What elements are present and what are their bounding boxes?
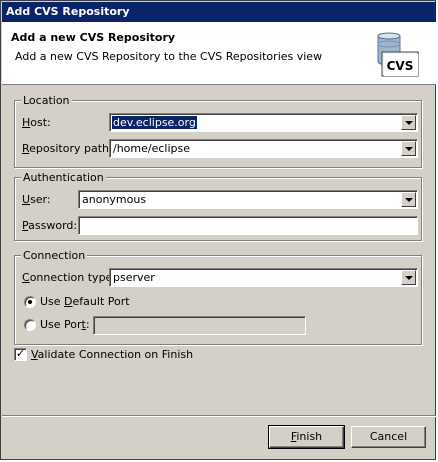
dialog-content: Location Host: dev.eclipse.org Repositor… — [2, 85, 436, 411]
repository-path-value: /home/eclipse — [113, 142, 191, 155]
user-value: anonymous — [82, 193, 147, 206]
authentication-group: Authentication User: anonymous Password: — [14, 171, 422, 241]
authentication-group-label: Authentication — [21, 171, 106, 184]
host-combo[interactable]: dev.eclipse.org — [109, 113, 418, 132]
location-group: Location Host: dev.eclipse.org Repositor… — [14, 94, 422, 168]
cvs-icon-text: CVS — [387, 59, 414, 73]
cvs-repository-icon: CVS — [377, 32, 419, 77]
host-label: Host: — [22, 116, 51, 129]
cancel-button[interactable]: Cancel — [351, 426, 426, 448]
connection-type-label: Connection type: — [22, 271, 117, 284]
location-group-label: Location — [21, 94, 72, 107]
host-value: dev.eclipse.org — [112, 116, 197, 129]
validate-connection-label[interactable]: Validate Connection on Finish — [31, 348, 193, 361]
connection-group-label: Connection — [21, 249, 88, 262]
repository-path-dropdown-button[interactable] — [401, 141, 416, 156]
repository-path-label: Repository path: — [22, 142, 113, 155]
user-dropdown-button[interactable] — [401, 192, 416, 207]
banner-title: Add a new CVS Repository — [11, 31, 176, 44]
password-field[interactable] — [78, 216, 418, 235]
finish-button[interactable]: Finish — [268, 425, 345, 449]
connection-group: Connection Connection type: pserver Use … — [14, 249, 422, 345]
connection-type-value: pserver — [113, 271, 155, 284]
password-label: Password: — [22, 219, 78, 232]
user-label: User: — [22, 193, 51, 206]
wizard-banner: Add a new CVS Repository Add a new CVS R… — [2, 22, 436, 85]
use-port-label[interactable]: Use Port: — [40, 318, 90, 331]
add-cvs-repository-dialog: Add CVS Repository Add a new CVS Reposit… — [0, 0, 436, 460]
banner-description: Add a new CVS Repository to the CVS Repo… — [15, 50, 323, 63]
connection-type-dropdown-button[interactable] — [401, 270, 416, 285]
connection-type-combo[interactable]: pserver — [109, 268, 418, 287]
port-field[interactable] — [93, 316, 306, 335]
host-dropdown-button[interactable] — [401, 115, 416, 130]
button-bar-separator — [2, 415, 436, 417]
window-title: Add CVS Repository — [2, 2, 436, 22]
repository-path-combo[interactable]: /home/eclipse — [109, 139, 418, 158]
user-combo[interactable]: anonymous — [78, 190, 418, 209]
use-default-port-radio[interactable] — [24, 296, 36, 308]
use-port-radio[interactable] — [24, 319, 36, 331]
use-default-port-label[interactable]: Use Default Port — [40, 295, 130, 308]
validate-connection-checkbox[interactable]: ✓ — [14, 348, 27, 361]
